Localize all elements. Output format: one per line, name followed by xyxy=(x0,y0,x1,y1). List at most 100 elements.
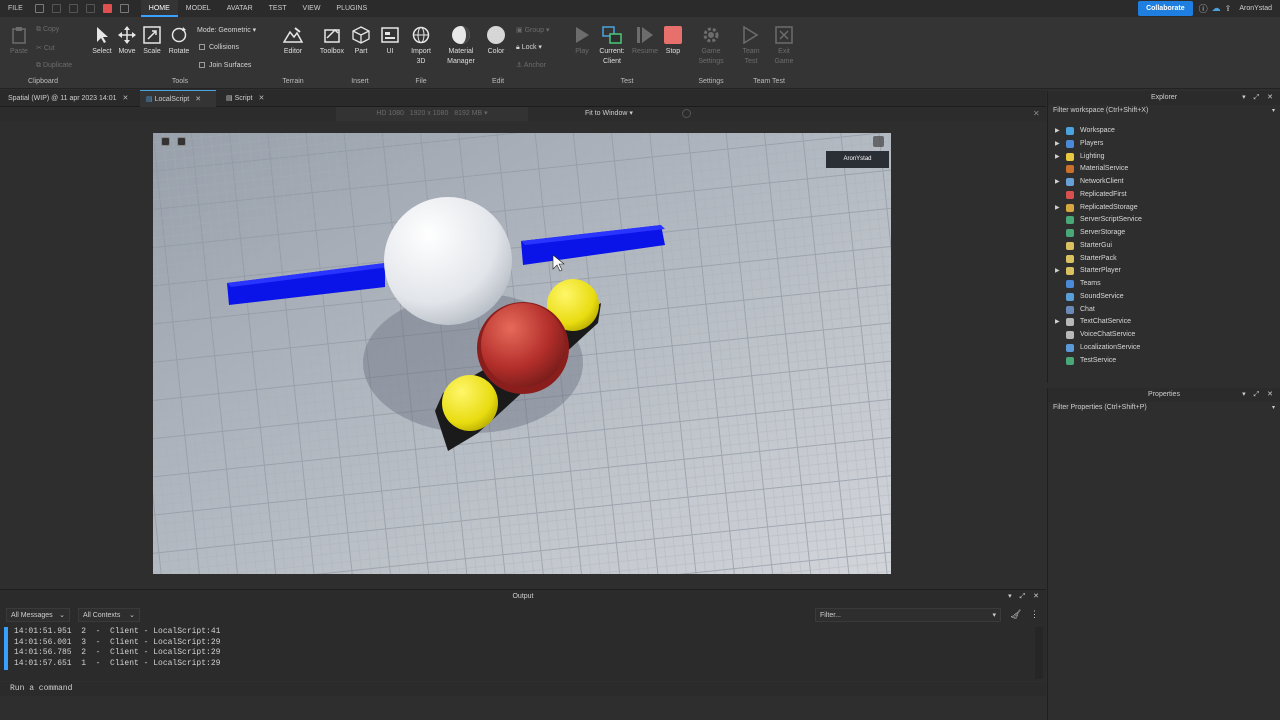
output-filter-input[interactable]: Filter... ▾ xyxy=(815,608,1001,622)
expand-arrow-icon[interactable]: ▶ xyxy=(1055,316,1060,328)
output-scrollbar[interactable] xyxy=(1035,627,1043,679)
close-icon[interactable]: ✕ xyxy=(258,95,264,102)
copy-button[interactable]: ⧉ Copy xyxy=(36,26,59,34)
orientation-icon[interactable] xyxy=(682,109,691,118)
explorer-item[interactable]: ▶ TextChatService xyxy=(1048,316,1278,328)
new-file-icon[interactable] xyxy=(34,4,44,13)
expand-arrow-icon[interactable]: ▶ xyxy=(1055,138,1060,150)
share-icon[interactable]: ⇪ xyxy=(1225,4,1232,13)
tab-home[interactable]: HOME xyxy=(140,0,178,17)
explorer-item[interactable]: Teams xyxy=(1048,278,1278,290)
collisions-toggle[interactable]: Collisions xyxy=(199,44,239,51)
log-line[interactable]: 14:01:51.951 2 - Client - LocalScript:41 xyxy=(14,627,220,638)
current-client-button[interactable]: Current: Client xyxy=(595,25,629,67)
username[interactable]: AronYstad xyxy=(1231,0,1280,17)
panel-controls[interactable]: ▾ ⤢ ✕ xyxy=(1242,388,1276,402)
explorer-item[interactable]: ▶ StarterPlayer xyxy=(1048,265,1278,277)
tab-test[interactable]: TEST xyxy=(261,0,295,17)
log-line[interactable]: 14:01:56.001 3 - Client - LocalScript:29 xyxy=(14,638,220,649)
cut-button[interactable]: ✂ Cut xyxy=(36,44,55,52)
expand-arrow-icon[interactable]: ▶ xyxy=(1055,202,1060,214)
explorer-item[interactable]: VoiceChatService xyxy=(1048,329,1278,341)
expand-arrow-icon[interactable]: ▶ xyxy=(1055,176,1060,188)
service-icon xyxy=(1066,152,1074,161)
explorer-item[interactable]: ▶ Workspace xyxy=(1048,125,1278,137)
play-icon[interactable] xyxy=(85,4,95,13)
tab-plugins[interactable]: PLUGINS xyxy=(328,0,375,17)
tab-view[interactable]: VIEW xyxy=(295,0,329,17)
help-icon[interactable]: ⓘ xyxy=(1199,2,1208,15)
log-marker xyxy=(4,627,8,670)
explorer-item[interactable]: LocalizationService xyxy=(1048,342,1278,354)
explorer-item[interactable]: ▶ Players xyxy=(1048,138,1278,150)
rotate-button[interactable]: Rotate xyxy=(162,25,196,57)
explorer-item[interactable]: ServerScriptService xyxy=(1048,214,1278,226)
mode-dropdown[interactable]: Mode: Geometric ▾ xyxy=(197,26,256,34)
ui-button[interactable]: UI xyxy=(373,25,407,57)
stop-icon[interactable] xyxy=(102,4,112,13)
team-test-button[interactable]: Team Test xyxy=(734,25,768,67)
undo-icon[interactable] xyxy=(51,4,61,13)
close-icon[interactable]: ✕ xyxy=(195,96,201,103)
file-menu[interactable]: FILE xyxy=(0,0,31,17)
join-surfaces-toggle[interactable]: Join Surfaces xyxy=(199,62,251,69)
command-bar-input[interactable]: Run a command xyxy=(0,682,1046,696)
properties-filter-input[interactable]: Filter Properties (Ctrl+Shift+P) ▾ xyxy=(1048,402,1280,414)
expand-arrow-icon[interactable]: ▶ xyxy=(1055,125,1060,137)
explorer-item[interactable]: Chat xyxy=(1048,304,1278,316)
group-button[interactable]: ▣ Group ▾ xyxy=(516,26,550,34)
game-viewport[interactable]: AronYstad xyxy=(153,133,891,574)
device-selector[interactable]: HD 1080 1920 x 1080 8192 MB ▾ xyxy=(336,107,528,121)
stop-button[interactable]: Stop xyxy=(656,25,690,57)
explorer-item[interactable]: StarterPack xyxy=(1048,253,1278,265)
cloud-icon[interactable]: ☁ xyxy=(1212,3,1221,14)
tab-script[interactable]: ▤ Script ✕ xyxy=(220,90,280,107)
player-list-entry[interactable]: AronYstad xyxy=(826,151,889,168)
expand-arrow-icon[interactable]: ▶ xyxy=(1055,151,1060,163)
explorer-item[interactable]: ▶ ReplicatedStorage xyxy=(1048,202,1278,214)
expand-arrow-icon[interactable]: ▶ xyxy=(1055,265,1060,277)
duplicate-button[interactable]: ⧉ Duplicate xyxy=(36,62,72,70)
explorer-item[interactable]: ▶ NetworkClient xyxy=(1048,176,1278,188)
panel-controls[interactable]: ▾ ⤢ ✕ xyxy=(1008,590,1042,604)
screenshot-icon[interactable] xyxy=(119,4,129,13)
material-manager-button[interactable]: Material Manager xyxy=(444,25,478,67)
more-options-icon[interactable]: ⋮ xyxy=(1030,609,1039,620)
explorer-item[interactable]: ReplicatedFirst xyxy=(1048,189,1278,201)
close-icon[interactable]: ✕ xyxy=(123,95,129,102)
context-filter-dropdown[interactable]: All Contexts ⌄ xyxy=(78,608,140,622)
import-3d-button[interactable]: Import 3D xyxy=(404,25,438,67)
paste-button[interactable]: Paste xyxy=(2,25,36,57)
redo-icon[interactable] xyxy=(68,4,78,13)
tab-place[interactable]: Spatial (WIP) @ 11 apr 2023 14:01 ✕ xyxy=(2,90,138,107)
panel-controls[interactable]: ▾ ⤢ ✕ xyxy=(1242,91,1276,105)
play-button[interactable]: Play xyxy=(565,25,599,57)
lock-button[interactable]: 🔒︎ Lock ▾ xyxy=(516,43,542,52)
explorer-item[interactable]: ServerStorage xyxy=(1048,227,1278,239)
explorer-filter-input[interactable]: Filter workspace (Ctrl+Shift+X) ▾ xyxy=(1048,105,1280,117)
exit-game-button[interactable]: Exit Game xyxy=(767,25,801,67)
close-icon[interactable]: ✕ xyxy=(1033,107,1040,121)
fit-to-window-dropdown[interactable]: Fit to Window ▾ xyxy=(585,107,633,121)
anchor-button[interactable]: ⚓︎ Anchor xyxy=(516,61,546,69)
chat-toggle-icon[interactable] xyxy=(177,137,186,146)
explorer-item[interactable]: ▶ Lighting xyxy=(1048,151,1278,163)
roblox-menu-icon[interactable] xyxy=(161,137,170,146)
explorer-item[interactable]: TestService xyxy=(1048,355,1278,367)
game-settings-button[interactable]: Game Settings xyxy=(694,25,728,67)
terrain-editor-button[interactable]: Editor xyxy=(276,25,310,57)
color-button[interactable]: Color xyxy=(479,25,513,57)
message-filter-dropdown[interactable]: All Messages ⌄ xyxy=(6,608,70,622)
service-icon xyxy=(1066,280,1074,288)
log-line[interactable]: 14:01:57.651 1 - Client - LocalScript:29 xyxy=(14,659,220,670)
tab-model[interactable]: MODEL xyxy=(178,0,219,17)
collaborate-button[interactable]: Collaborate xyxy=(1138,1,1193,16)
tab-avatar[interactable]: AVATAR xyxy=(219,0,261,17)
fullscreen-icon[interactable] xyxy=(873,136,884,147)
explorer-item[interactable]: SoundService xyxy=(1048,291,1278,303)
tab-localscript[interactable]: ▤ LocalScript ✕ xyxy=(140,90,216,107)
explorer-item[interactable]: MaterialService xyxy=(1048,163,1278,175)
explorer-item[interactable]: StarterGui xyxy=(1048,240,1278,252)
log-line[interactable]: 14:01:56.785 2 - Client - LocalScript:29 xyxy=(14,648,220,659)
clear-output-icon[interactable]: 🧹︎ xyxy=(1010,609,1021,620)
